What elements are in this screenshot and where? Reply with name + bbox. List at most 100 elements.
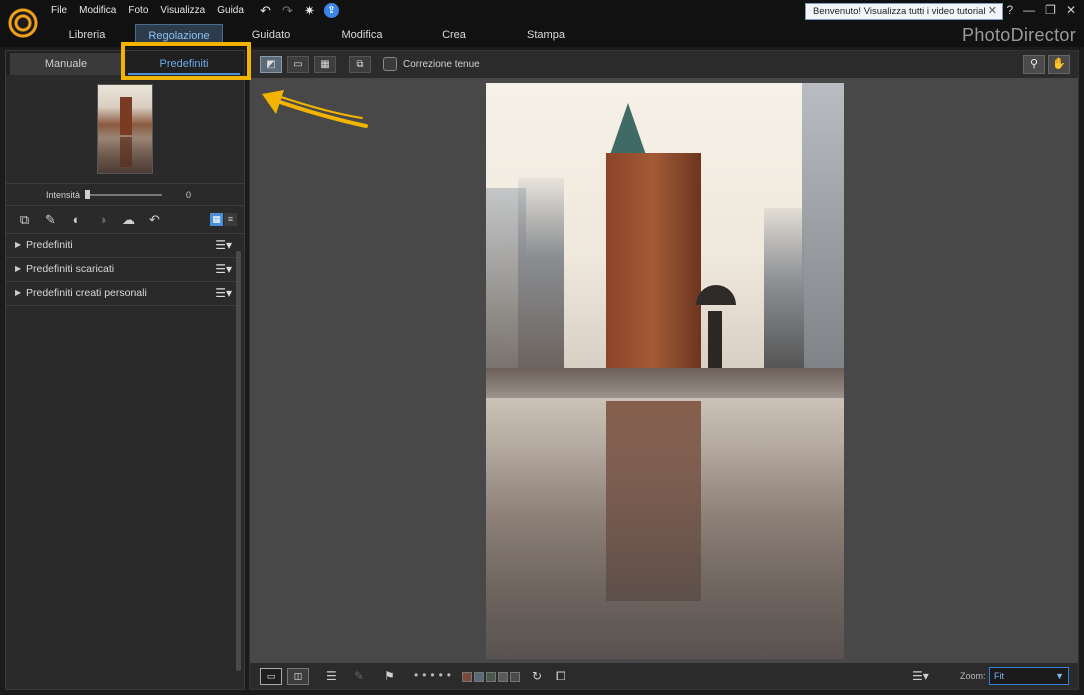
photo-pedestrian xyxy=(708,311,722,369)
brand-title: PhotoDirector xyxy=(962,25,1076,45)
left-panel: Manuale Predefiniti Intensità 0 ⧉ ✎ ◐ ◑ … xyxy=(5,50,245,690)
list-view-icon[interactable]: ≡ xyxy=(224,213,237,226)
expand-triangle-icon[interactable]: ▶ xyxy=(15,282,21,304)
redo-icon[interactable]: ↷ xyxy=(280,3,295,18)
quick-actions: ↶ ↷ ✷ ⇪ xyxy=(258,3,339,18)
update-icon[interactable]: ⇪ xyxy=(324,3,339,18)
brush-icon[interactable]: ✎ xyxy=(354,669,364,683)
tab-modifica[interactable]: Modifica xyxy=(325,24,399,46)
soft-correction-label: Correzione tenue xyxy=(403,59,480,70)
tab-stampa[interactable]: Stampa xyxy=(509,24,583,46)
photo-umbrella xyxy=(696,285,736,305)
menu-modifica[interactable]: Modifica xyxy=(79,5,116,16)
zoom-label: Zoom: xyxy=(960,671,986,681)
reset-icon[interactable]: ↶ xyxy=(146,212,163,227)
photo-building xyxy=(518,178,564,373)
section-menu-icon[interactable]: ☰▾ xyxy=(215,282,232,304)
photo-viewer: ◩ ▭ ▦ ⧉ Correzione tenue ⚲ ✋ ▭ ◫ ☰ ✎ ⚑ •… xyxy=(249,50,1079,690)
rotate-view-icon[interactable]: ⧉ xyxy=(349,56,371,73)
tutorial-banner[interactable]: Benvenuto! Visualizza tutti i video tuto… xyxy=(805,3,1003,32)
cloud-icon[interactable]: ☁ xyxy=(120,212,137,227)
highlight-frame xyxy=(121,42,251,80)
color-label-swatch[interactable] xyxy=(462,672,472,682)
new-preset-icon[interactable]: ✎ xyxy=(42,212,59,227)
preset-section-predefiniti[interactable]: ▶ Predefiniti ☰▾ xyxy=(6,234,236,258)
flag-icon[interactable]: ⚑ xyxy=(384,669,395,683)
gear-icon[interactable]: ✷ xyxy=(302,3,317,18)
grid-view-icon[interactable]: ▦ xyxy=(210,213,223,226)
color-label-swatch[interactable] xyxy=(486,672,496,682)
zoom-dropdown[interactable]: Fit ▼ xyxy=(989,667,1069,685)
preset-section-label: Predefiniti creati personali xyxy=(26,287,147,299)
main-menu: File Modifica Foto Visualizza Guida xyxy=(51,5,256,16)
rating-dots[interactable]: ••••• xyxy=(414,668,455,682)
photo-building xyxy=(802,83,844,368)
color-label-swatch[interactable] xyxy=(474,672,484,682)
divider xyxy=(6,205,244,206)
color-label-swatch[interactable] xyxy=(498,672,508,682)
help-icon[interactable]: ? xyxy=(1006,3,1013,17)
tab-manuale[interactable]: Manuale xyxy=(10,53,122,75)
photo-reflection xyxy=(606,401,701,601)
close-icon[interactable]: ✕ xyxy=(988,4,997,19)
split-preview-icon[interactable]: ◫ xyxy=(287,668,309,685)
viewer-bottom-bar: ▭ ◫ ☰ ✎ ⚑ ••••• ↻ ⧠ ☰▾ Zoom: Fit ▼ xyxy=(250,663,1078,689)
preset-section-personali[interactable]: ▶ Predefiniti creati personali ☰▾ xyxy=(6,282,236,306)
menu-guida[interactable]: Guida xyxy=(217,5,244,16)
expand-triangle-icon[interactable]: ▶ xyxy=(15,258,21,280)
preset-section-scaricati[interactable]: ▶ Predefiniti scaricati ☰▾ xyxy=(6,258,236,282)
menu-visualizza[interactable]: Visualizza xyxy=(160,5,205,16)
expand-triangle-icon[interactable]: ▶ xyxy=(15,234,21,256)
app-logo-icon xyxy=(8,8,38,38)
main-photo[interactable] xyxy=(486,83,844,659)
minimize-icon[interactable]: — xyxy=(1023,3,1035,17)
preset-section-label: Predefiniti xyxy=(26,239,73,251)
grid-view-icon[interactable]: ▦ xyxy=(314,56,336,73)
download-preset-icon[interactable]: ◑ xyxy=(94,212,111,227)
menu-foto[interactable]: Foto xyxy=(128,5,148,16)
menu-options-icon[interactable]: ☰▾ xyxy=(912,669,929,683)
section-menu-icon[interactable]: ☰▾ xyxy=(215,258,232,280)
pointer-arrow-annotation xyxy=(262,90,368,128)
preset-section-label: Predefiniti scaricati xyxy=(26,263,115,275)
rotate-icon[interactable]: ↻ xyxy=(532,669,542,683)
zoom-tool-icon[interactable]: ⚲ xyxy=(1023,55,1045,74)
intensity-slider[interactable] xyxy=(88,194,162,196)
hand-tool-icon[interactable]: ✋ xyxy=(1048,55,1070,74)
window-controls: ? — ❐ ✕ xyxy=(1006,3,1076,17)
color-label-swatch[interactable] xyxy=(510,672,520,682)
sort-icon[interactable]: ☰ xyxy=(326,669,337,683)
photo-building xyxy=(764,208,804,368)
undo-icon[interactable]: ↶ xyxy=(258,3,273,18)
menu-bar: File Modifica Foto Visualizza Guida ↶ ↷ … xyxy=(0,0,1084,32)
soft-correction-checkbox[interactable] xyxy=(383,57,397,71)
photo-street xyxy=(486,368,844,398)
thumb-building xyxy=(120,97,132,135)
preset-view-toggle: ▦ ≡ xyxy=(210,213,237,226)
thumb-reflection xyxy=(120,137,132,167)
photo-spire xyxy=(610,103,646,155)
window-close-icon[interactable]: ✕ xyxy=(1066,3,1076,17)
divider xyxy=(6,183,244,184)
intensity-slider-handle[interactable] xyxy=(85,190,90,199)
menu-file[interactable]: File xyxy=(51,5,67,16)
intensity-label: Intensità xyxy=(46,190,81,200)
import-preset-icon[interactable]: ⧉ xyxy=(16,212,33,227)
tab-crea[interactable]: Crea xyxy=(417,24,491,46)
preset-preview-thumbnail xyxy=(97,84,153,174)
share-preset-icon[interactable]: ◐ xyxy=(68,212,85,227)
viewer-toolbar: ◩ ▭ ▦ ⧉ Correzione tenue ⚲ ✋ xyxy=(250,51,1078,78)
zoom-value: Fit xyxy=(994,671,1004,681)
photo-flatiron-building xyxy=(606,153,701,373)
single-view-icon[interactable]: ▭ xyxy=(287,56,309,73)
single-preview-icon[interactable]: ▭ xyxy=(260,668,282,685)
crop-icon[interactable]: ⧠ xyxy=(556,669,566,684)
preset-list: ▶ Predefiniti ☰▾ ▶ Predefiniti scaricati… xyxy=(6,234,236,306)
tab-libreria[interactable]: Libreria xyxy=(50,24,124,46)
panel-scrollbar[interactable] xyxy=(236,251,241,671)
restore-icon[interactable]: ❐ xyxy=(1045,3,1056,17)
compare-view-icon[interactable]: ◩ xyxy=(260,56,282,73)
section-menu-icon[interactable]: ☰▾ xyxy=(215,234,232,256)
chevron-down-icon[interactable]: ▼ xyxy=(1055,668,1064,684)
preset-tools: ⧉ ✎ ◐ ◑ ☁ ↶ xyxy=(16,212,163,228)
